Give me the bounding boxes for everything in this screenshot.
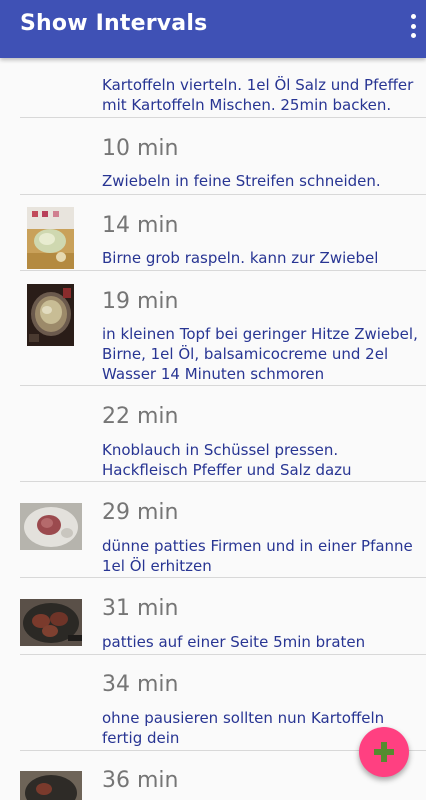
add-interval-button[interactable] bbox=[359, 727, 409, 777]
interval-time: 22 min bbox=[102, 404, 179, 429]
interval-time: 34 min bbox=[102, 672, 179, 697]
interval-item[interactable]: 22 min Knoblauch in Schüssel pressen. Ha… bbox=[0, 386, 426, 481]
step-photo-thumbnail bbox=[20, 771, 82, 800]
interval-item[interactable]: 34 min ohne pausieren sollten nun Kartof… bbox=[0, 655, 426, 750]
step-photo-thumbnail bbox=[20, 599, 82, 646]
interval-time: 31 min bbox=[102, 596, 179, 621]
step-photo-thumbnail bbox=[20, 503, 82, 550]
interval-item[interactable]: Kartoffeln vierteln. 1el Öl Salz und Pfe… bbox=[0, 58, 426, 118]
interval-description: Birne grob raspeln. kann zur Zwiebel bbox=[102, 249, 379, 267]
interval-description: in kleinen Topf bei geringer Hitze Zwieb… bbox=[102, 325, 418, 383]
interval-description: Kartoffeln vierteln. 1el Öl Salz und Pfe… bbox=[102, 76, 414, 114]
more-vert-icon[interactable] bbox=[404, 12, 422, 40]
interval-list[interactable]: Kartoffeln vierteln. 1el Öl Salz und Pfe… bbox=[0, 58, 426, 800]
interval-item[interactable]: 19 min in kleinen Topf bei geringer Hitz… bbox=[0, 271, 426, 386]
interval-item[interactable]: 14 min Birne grob raspeln. kann zur Zwie… bbox=[0, 195, 426, 271]
interval-description: patties auf einer Seite 5min braten bbox=[102, 633, 366, 651]
interval-item[interactable]: 31 min patties auf einer Seite 5min brat… bbox=[0, 578, 426, 654]
app-title: Show Intervals bbox=[20, 11, 208, 36]
interval-description: dünne patties Firmen und in einer Pfanne… bbox=[102, 537, 413, 575]
interval-time: 19 min bbox=[102, 289, 179, 314]
interval-item[interactable]: 10 min Zwiebeln in feine Streifen schnei… bbox=[0, 118, 426, 194]
interval-description: Zwiebeln in feine Streifen schneiden. bbox=[102, 172, 381, 190]
step-photo-thumbnail bbox=[27, 207, 74, 269]
interval-item[interactable]: 29 min dünne patties Firmen und in einer… bbox=[0, 482, 426, 578]
app-bar: Show Intervals bbox=[0, 0, 426, 58]
interval-time: 10 min bbox=[102, 136, 179, 161]
add-icon bbox=[374, 742, 394, 762]
step-photo-thumbnail bbox=[27, 284, 74, 346]
interval-time: 29 min bbox=[102, 500, 179, 525]
interval-time: 14 min bbox=[102, 213, 179, 238]
interval-description: Knoblauch in Schüssel pressen. Hackfleis… bbox=[102, 441, 352, 479]
interval-time: 36 min bbox=[102, 768, 179, 793]
